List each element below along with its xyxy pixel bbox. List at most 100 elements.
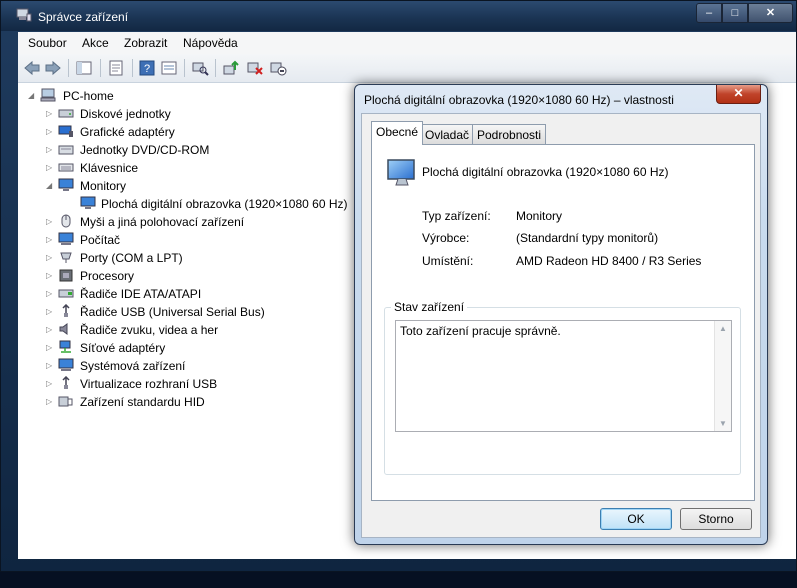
forward-icon[interactable]	[44, 60, 62, 76]
properties-dialog: Plochá digitální obrazovka (1920×1080 60…	[354, 84, 768, 545]
disable-icon[interactable]	[269, 60, 287, 76]
tree-item-label: Virtualizace rozhraní USB	[80, 377, 218, 391]
dialog-title: Plochá digitální obrazovka (1920×1080 60…	[364, 93, 674, 107]
toolbar: ?	[18, 54, 796, 83]
expand-icon[interactable]: ▷	[46, 109, 52, 118]
tab-podrobnosti[interactable]: Podrobnosti	[472, 124, 547, 144]
device-status-group: Stav zařízení Toto zařízení pracuje sprá…	[384, 300, 741, 475]
dialog-body: Obecné Ovladač Podrobnosti Plochá digitá…	[361, 113, 761, 538]
expand-icon[interactable]: ▷	[46, 163, 52, 172]
prop-value-location: AMD Radeon HD 8400 / R3 Series	[516, 254, 702, 268]
tree-item-label: Klávesnice	[80, 161, 139, 175]
scroll-up-icon[interactable]: ▲	[719, 324, 727, 333]
tab-page-general: Plochá digitální obrazovka (1920×1080 60…	[371, 144, 755, 501]
display-adapter-icon	[58, 125, 73, 137]
expand-icon[interactable]: ▷	[46, 127, 52, 136]
device-name: Plochá digitální obrazovka (1920×1080 60…	[422, 165, 669, 179]
prop-value-manufacturer: (Standardní typy monitorů)	[516, 231, 659, 245]
minimize-button[interactable]: ‒	[696, 3, 722, 23]
ok-button[interactable]: OK	[600, 508, 672, 530]
expand-icon[interactable]: ▷	[46, 145, 52, 154]
window-title: Správce zařízení	[38, 10, 129, 24]
prop-label-manufacturer: Výrobce:	[422, 231, 470, 245]
tree-item-label: Počítač	[80, 233, 121, 247]
tree-item-label: Diskové jednotky	[80, 107, 171, 121]
usb-icon	[62, 376, 70, 389]
collapse-icon[interactable]: ◢	[28, 91, 34, 100]
update-driver-icon[interactable]	[222, 60, 240, 76]
tree-item-label: Zařízení standardu HID	[80, 395, 205, 409]
usb-icon	[62, 304, 70, 317]
network-icon	[59, 340, 71, 353]
taskbar	[0, 572, 797, 588]
tab-ovladac[interactable]: Ovladač	[420, 124, 475, 144]
computer-icon	[58, 232, 74, 245]
menu-soubor[interactable]: Soubor	[28, 36, 67, 50]
menu-akce[interactable]: Akce	[82, 36, 109, 50]
tree-item-label: Řadiče USB (Universal Serial Bus)	[80, 305, 265, 319]
tab-obecne[interactable]: Obecné	[371, 121, 424, 145]
scan-hardware-icon[interactable]	[191, 60, 209, 76]
prop-value-type: Monitory	[516, 209, 563, 223]
cancel-button[interactable]: Storno	[680, 508, 752, 530]
computer-icon	[40, 88, 56, 102]
monitor-icon	[58, 178, 74, 191]
expand-icon[interactable]: ▷	[46, 307, 52, 316]
back-icon[interactable]	[23, 60, 41, 76]
port-icon	[60, 252, 72, 263]
device-status-textbox[interactable]: Toto zařízení pracuje správně. ▲ ▼	[395, 320, 732, 432]
expand-icon[interactable]: ▷	[46, 217, 52, 226]
monitor-icon	[387, 159, 415, 186]
tree-item-label: Systémová zařízení	[80, 359, 186, 373]
tree-item-label: Monitory	[80, 179, 127, 193]
title-bar[interactable]: Správce zařízení ‒ □ ✕	[1, 1, 796, 31]
expand-icon[interactable]: ▷	[46, 343, 52, 352]
expand-icon[interactable]: ▷	[46, 379, 52, 388]
menu-bar: Soubor Akce Zobrazit Nápověda	[18, 32, 796, 54]
scroll-down-icon[interactable]: ▼	[719, 419, 727, 428]
tree-item-label: Myši a jiná polohovací zařízení	[80, 215, 245, 229]
processor-icon	[59, 269, 73, 282]
mouse-icon	[61, 214, 71, 228]
tree-root-label: PC-home	[63, 89, 114, 103]
collapse-icon[interactable]: ◢	[46, 181, 52, 190]
help-icon[interactable]: ?	[138, 60, 156, 76]
maximize-button[interactable]: □	[722, 3, 748, 23]
expand-icon[interactable]: ▷	[46, 325, 52, 334]
prop-label-type: Typ zařízení:	[422, 209, 491, 223]
ide-controller-icon	[58, 289, 74, 298]
tree-item-label: Porty (COM a LPT)	[80, 251, 183, 265]
monitor-icon	[80, 196, 96, 209]
expand-icon[interactable]: ▷	[46, 397, 52, 406]
expand-icon[interactable]: ▷	[46, 253, 52, 262]
status-scrollbar[interactable]: ▲ ▼	[714, 321, 731, 431]
disk-icon	[58, 109, 74, 118]
uninstall-icon[interactable]	[246, 60, 264, 76]
view-icon[interactable]	[160, 60, 178, 76]
tree-item-label: Síťové adaptéry	[80, 341, 166, 355]
properties-icon[interactable]	[107, 60, 125, 76]
speaker-icon	[59, 323, 68, 335]
expand-icon[interactable]: ▷	[46, 235, 52, 244]
tree-item-label: Řadiče zvuku, videa a her	[80, 323, 219, 337]
system-device-icon	[58, 358, 74, 371]
tree-item-label: Řadiče IDE ATA/ATAPI	[80, 287, 202, 301]
menu-napoveda[interactable]: Nápověda	[183, 36, 238, 50]
expand-icon[interactable]: ▷	[46, 361, 52, 370]
prop-label-location: Umístění:	[422, 254, 474, 268]
keyboard-icon	[58, 163, 74, 172]
tree-item-label: Grafické adaptéry	[80, 125, 175, 139]
tree-item-label: Jednotky DVD/CD-ROM	[80, 143, 210, 157]
expand-icon[interactable]: ▷	[46, 289, 52, 298]
svg-text:?: ?	[144, 63, 150, 75]
device-status-text: Toto zařízení pracuje správně.	[400, 324, 561, 338]
menu-zobrazit[interactable]: Zobrazit	[124, 36, 167, 50]
close-button[interactable]: ✕	[748, 3, 793, 23]
dialog-close-button[interactable]: ✕	[716, 85, 761, 104]
device-manager-icon	[16, 8, 32, 22]
expand-icon[interactable]: ▷	[46, 271, 52, 280]
tree-item-label: Procesory	[80, 269, 135, 283]
show-hide-console-tree-icon[interactable]	[75, 60, 93, 76]
device-status-label: Stav zařízení	[391, 300, 468, 314]
dvd-icon	[58, 145, 74, 155]
